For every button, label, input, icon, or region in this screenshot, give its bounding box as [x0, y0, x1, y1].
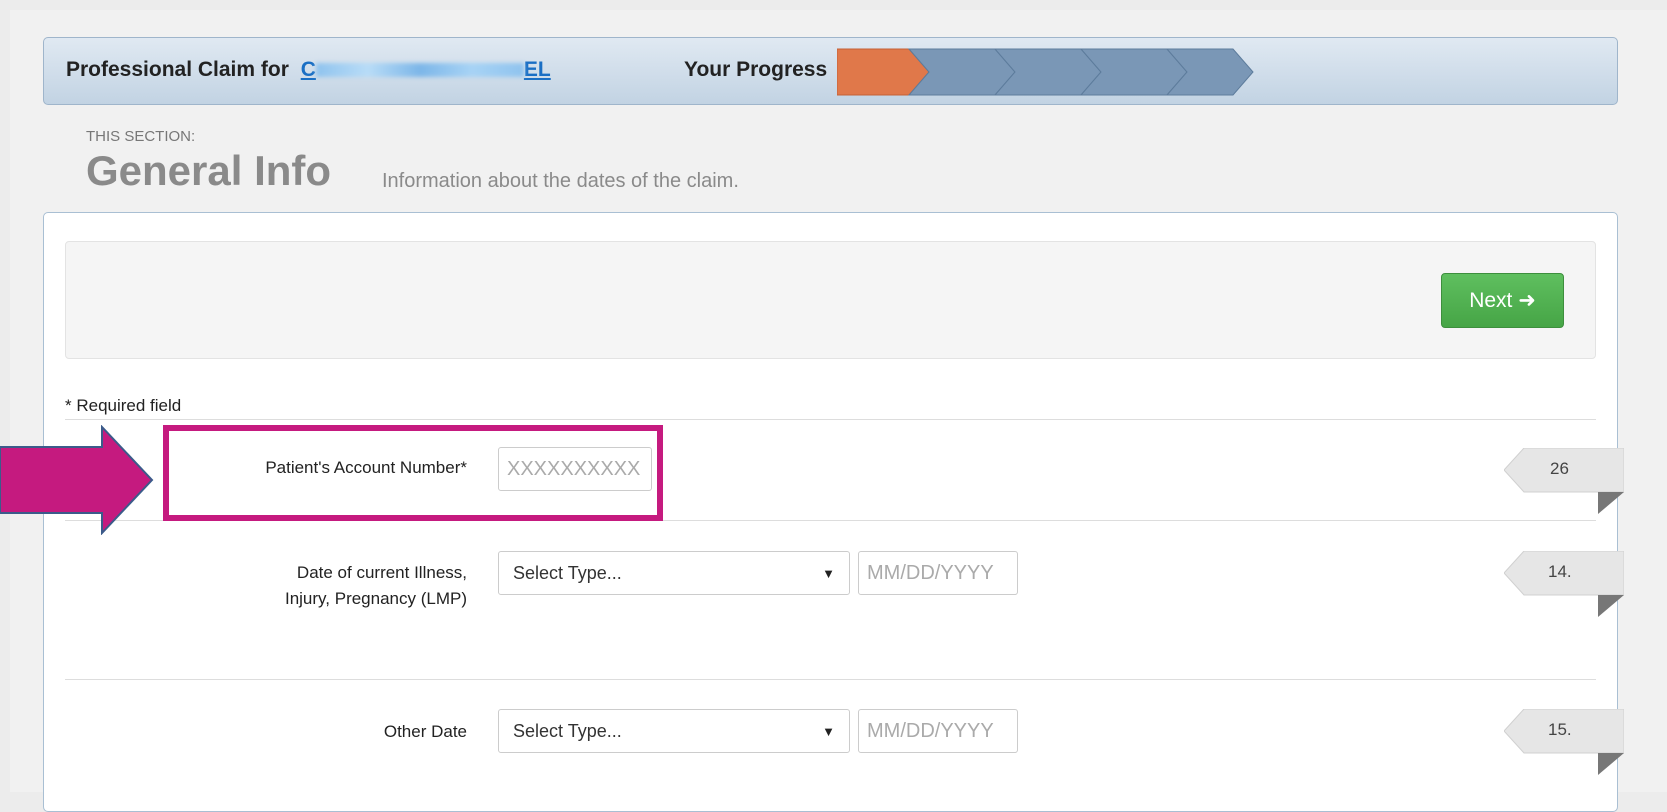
other-date-type-value: Select Type... — [513, 720, 622, 741]
section-description: Information about the dates of the claim… — [382, 170, 739, 192]
illness-date-label-line2: Injury, Pregnancy (LMP) — [284, 589, 467, 608]
required-field-note: * Required field — [65, 396, 182, 415]
other-date-type-select[interactable]: Select Type... ▼ — [498, 709, 850, 753]
box-number-15: 15. — [1548, 720, 1572, 739]
other-date-label: Other Date — [383, 722, 467, 741]
claim-header-bar: Professional Claim for C EL Your Progress — [43, 37, 1618, 105]
action-well — [65, 241, 1596, 359]
illness-date-type-value: Select Type... — [513, 562, 622, 583]
illness-date-type-select[interactable]: Select Type... ▼ — [498, 551, 850, 595]
next-button[interactable]: Next ➜ — [1441, 273, 1564, 328]
patient-name-link[interactable]: C EL — [301, 58, 551, 81]
box-number-26: 26 — [1550, 459, 1569, 478]
redacted-name — [315, 63, 524, 78]
box-number-14: 14. — [1548, 562, 1572, 581]
illness-date-placeholder: MM/DD/YYYY — [867, 561, 994, 584]
illness-date-label-line1: Date of current Illness, — [296, 563, 467, 582]
other-date-input[interactable]: MM/DD/YYYY — [858, 709, 1018, 753]
section-title: General Info — [86, 147, 332, 194]
claim-prefix: Professional Claim for — [66, 58, 289, 81]
progress-label: Your Progress — [684, 58, 828, 81]
illness-date-label: Date of current Illness, Injury, Pregnan… — [180, 560, 467, 612]
chevron-down-icon: ▼ — [822, 565, 835, 581]
divider — [65, 679, 1596, 680]
other-date-placeholder: MM/DD/YYYY — [867, 719, 994, 742]
claim-title: Professional Claim for C EL — [66, 58, 551, 82]
pointer-arrow-icon — [0, 425, 154, 535]
divider — [65, 419, 1596, 420]
illness-date-input[interactable]: MM/DD/YYYY — [858, 551, 1018, 595]
chevron-down-icon: ▼ — [822, 723, 835, 739]
section-kicker: THIS SECTION: — [86, 128, 196, 145]
highlight-box — [163, 425, 663, 521]
progress-indicator — [837, 48, 1254, 96]
